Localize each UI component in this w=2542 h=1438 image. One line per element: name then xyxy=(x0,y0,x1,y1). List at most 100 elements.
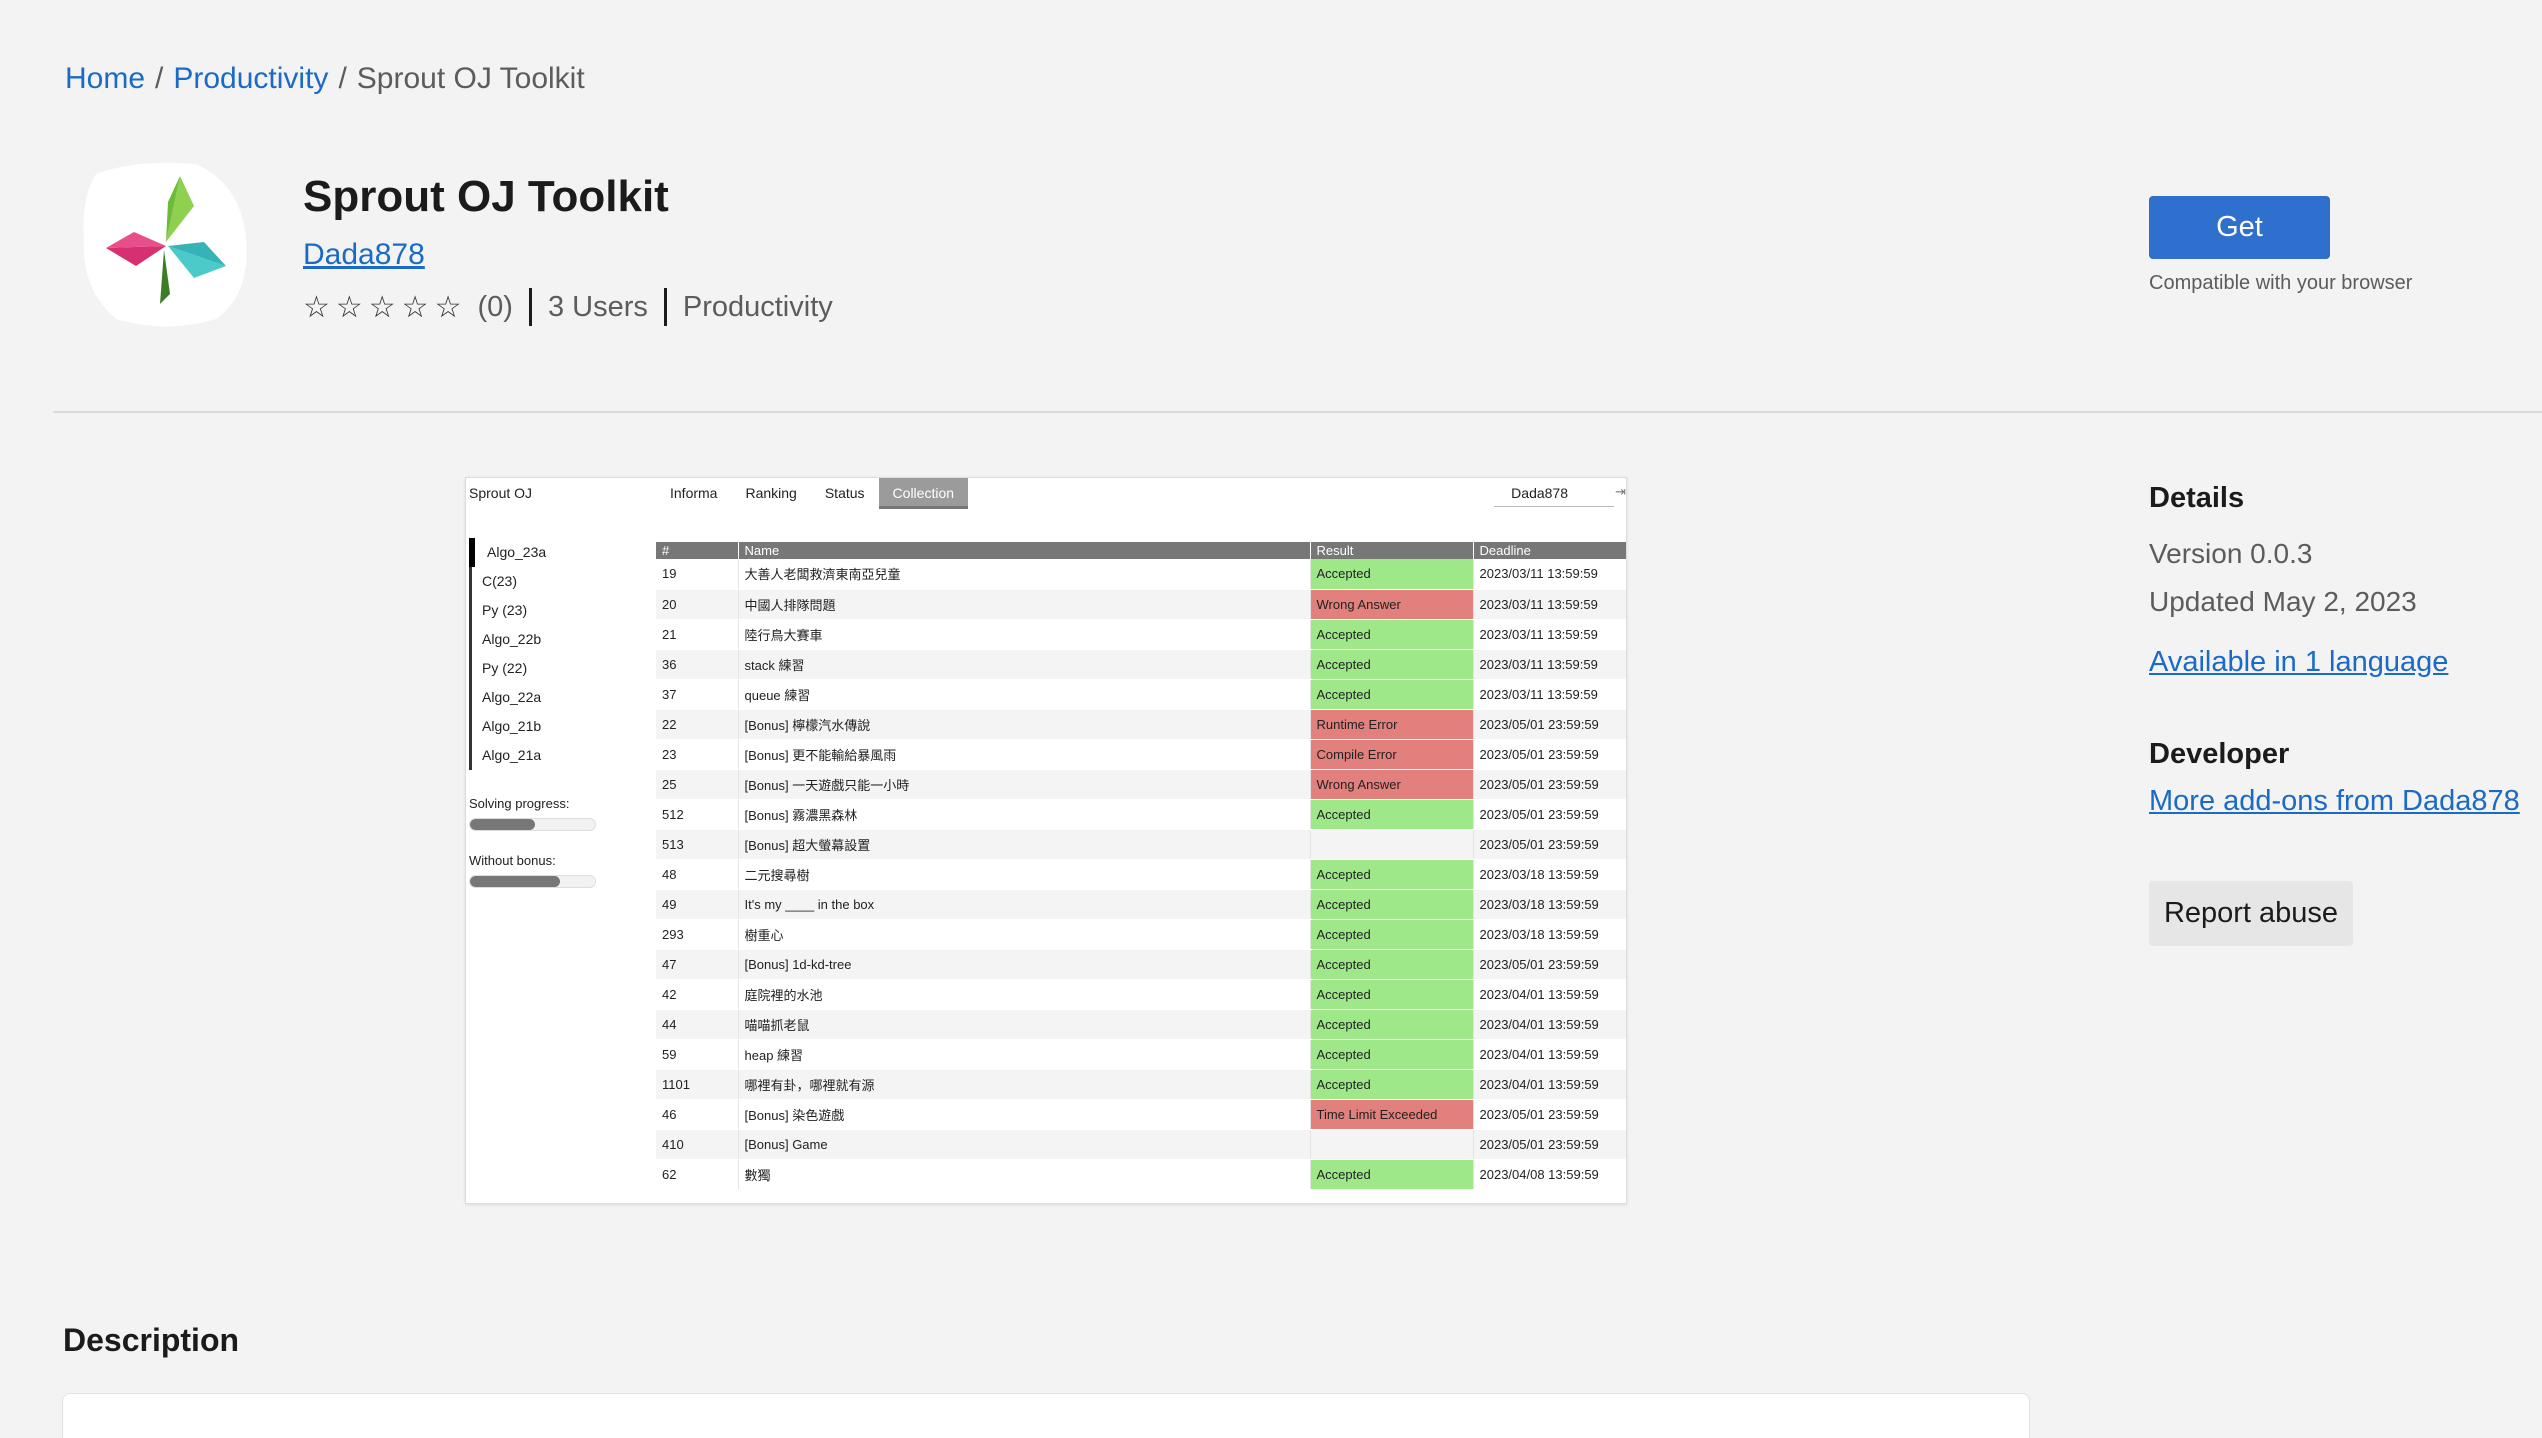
cell-id: 37 xyxy=(656,679,739,710)
cell-deadline: 2023/05/01 23:59:59 xyxy=(1473,799,1626,830)
rating-count[interactable]: (0) xyxy=(477,291,512,324)
cell-id: 48 xyxy=(656,859,739,890)
cell-deadline: 2023/03/18 13:59:59 xyxy=(1473,889,1626,920)
cell-result: Accepted xyxy=(1310,979,1474,1010)
cell-name: [Bonus] 染色遊戲 xyxy=(738,1099,1311,1130)
collection-table: # Name Result Deadline 19 大善人老闆救濟東南亞兒童 Acc… xyxy=(656,542,1626,1190)
table-row: 1101 哪裡有卦，哪裡就有源 Accepted 2023/04/01 13:59:5… xyxy=(656,1069,1626,1100)
breadcrumb-home-link[interactable]: Home xyxy=(65,62,145,95)
table-row: 23 [Bonus] 更不能輸給暴風雨 Compile Error 2023/05/0… xyxy=(656,739,1626,770)
cell-id: 410 xyxy=(656,1129,739,1160)
cell-deadline: 2023/03/18 13:59:59 xyxy=(1473,859,1626,890)
table-row: 47 [Bonus] 1d-kd-tree Accepted 2023/05/01 2… xyxy=(656,949,1626,980)
screenshot-sidebar-item: Py (23) xyxy=(469,596,649,625)
cell-deadline: 2023/04/01 13:59:59 xyxy=(1473,1039,1626,1070)
cell-id: 47 xyxy=(656,949,739,980)
cell-name: stack 練習 xyxy=(738,649,1311,680)
cell-deadline: 2023/05/01 23:59:59 xyxy=(1473,739,1626,770)
cell-result xyxy=(1310,1129,1474,1160)
cell-result: Wrong Answer xyxy=(1310,769,1474,800)
screenshot-sidebar-item: Algo_23a xyxy=(469,538,649,567)
cell-name: [Bonus] Game xyxy=(738,1129,1311,1160)
cell-deadline: 2023/05/01 23:59:59 xyxy=(1473,829,1626,860)
description-card xyxy=(62,1393,2030,1438)
cell-deadline: 2023/04/01 13:59:59 xyxy=(1473,979,1626,1010)
table-row: 46 [Bonus] 染色遊戲 Time Limit Exceeded 2023/05… xyxy=(656,1099,1626,1130)
cell-id: 44 xyxy=(656,1009,739,1040)
solving-progress-fill xyxy=(470,819,535,830)
table-body: 19 大善人老闆救濟東南亞兒童 Accepted 2023/03/11 13:59:5… xyxy=(656,559,1626,1190)
cell-deadline: 2023/03/11 13:59:59 xyxy=(1473,589,1626,620)
screenshot-topbar: Sprout OJ Informa Ranking Status Collect… xyxy=(466,478,1626,510)
screenshot-tab-collection: Collection xyxy=(878,478,969,509)
cell-name: 數獨 xyxy=(738,1159,1311,1190)
table-header-row: # Name Result Deadline xyxy=(656,542,1626,559)
cell-deadline: 2023/05/01 23:59:59 xyxy=(1473,949,1626,980)
table-row: 44 喵喵抓老鼠 Accepted 2023/04/01 13:59:59 xyxy=(656,1009,1626,1040)
cell-name: 喵喵抓老鼠 xyxy=(738,1009,1311,1040)
cell-id: 23 xyxy=(656,739,739,770)
get-button[interactable]: Get xyxy=(2149,196,2330,259)
screenshot-user-underline xyxy=(1494,506,1614,507)
author-link[interactable]: Dada878 xyxy=(303,238,425,272)
rating-stars[interactable]: ☆☆☆☆☆ xyxy=(303,290,467,325)
cell-id: 22 xyxy=(656,709,739,740)
cell-deadline: 2023/03/11 13:59:59 xyxy=(1473,559,1626,590)
compatibility-note: Compatible with your browser xyxy=(2149,272,2413,294)
cell-id: 20 xyxy=(656,589,739,620)
table-row: 21 陸行鳥大賽車 Accepted 2023/03/11 13:59:59 xyxy=(656,619,1626,650)
table-row: 48 二元搜尋樹 Accepted 2023/03/18 13:59:59 xyxy=(656,859,1626,890)
table-row: 62 數獨 Accepted 2023/04/08 13:59:59 xyxy=(656,1159,1626,1190)
languages-link[interactable]: Available in 1 language xyxy=(2149,646,2448,679)
screenshot-tab-informa: Informa xyxy=(670,485,718,501)
more-addons-link[interactable]: More add-ons from Dada878 xyxy=(2149,785,2520,818)
cell-id: 19 xyxy=(656,559,739,590)
without-bonus-label: Without bonus: xyxy=(469,853,556,868)
cell-name: 中國人排隊問題 xyxy=(738,589,1311,620)
cell-name: [Bonus] 檸檬汽水傳說 xyxy=(738,709,1311,740)
cell-name: 庭院裡的水池 xyxy=(738,979,1311,1010)
cell-id: 21 xyxy=(656,619,739,650)
cell-deadline: 2023/03/11 13:59:59 xyxy=(1473,679,1626,710)
cell-id: 293 xyxy=(656,919,739,950)
cell-id: 513 xyxy=(656,829,739,860)
breadcrumb-separator: / xyxy=(155,62,164,95)
cell-deadline: 2023/05/01 23:59:59 xyxy=(1473,1129,1626,1160)
solving-progress-bar xyxy=(469,818,596,831)
cell-result: Accepted xyxy=(1310,1009,1474,1040)
screenshot-sidebar-item: Algo_21a xyxy=(469,741,649,770)
table-row: 59 heap 練習 Accepted 2023/04/01 13:59:59 xyxy=(656,1039,1626,1070)
meta-divider xyxy=(528,288,532,326)
without-bonus-fill xyxy=(470,876,560,887)
cell-name: 大善人老闆救濟東南亞兒童 xyxy=(738,559,1311,590)
cell-deadline: 2023/04/01 13:59:59 xyxy=(1473,1069,1626,1100)
cell-result: Time Limit Exceeded xyxy=(1310,1099,1474,1130)
cell-deadline: 2023/03/11 13:59:59 xyxy=(1473,649,1626,680)
cell-id: 62 xyxy=(656,1159,739,1190)
cell-name: It's my ____ in the box xyxy=(738,889,1311,920)
cell-name: 哪裡有卦，哪裡就有源 xyxy=(738,1069,1311,1100)
breadcrumb-category-link[interactable]: Productivity xyxy=(173,62,328,95)
table-row: 36 stack 練習 Accepted 2023/03/11 13:59:59 xyxy=(656,649,1626,680)
cell-name: [Bonus] 1d-kd-tree xyxy=(738,949,1311,980)
report-abuse-button[interactable]: Report abuse xyxy=(2149,881,2353,946)
cell-name: 二元搜尋樹 xyxy=(738,859,1311,890)
screenshot-sidebar: Algo_23a C(23) Py (23) Algo_22b Py (22) … xyxy=(469,538,649,770)
table-row: 512 [Bonus] 霧濃黑森林 Accepted 2023/05/01 23:59… xyxy=(656,799,1626,830)
solving-progress-label: Solving progress: xyxy=(469,796,570,811)
table-row: 49 It's my ____ in the box Accepted 2023/03… xyxy=(656,889,1626,920)
cell-id: 42 xyxy=(656,979,739,1010)
category-label: Productivity xyxy=(682,290,833,323)
table-row: 19 大善人老闆救濟東南亞兒童 Accepted 2023/03/11 13:59:5… xyxy=(656,559,1626,590)
screenshot-sidebar-item: C(23) xyxy=(469,567,649,596)
details-heading: Details xyxy=(2149,482,2245,514)
cell-id: 1101 xyxy=(656,1069,739,1100)
cell-name: 樹重心 xyxy=(738,919,1311,950)
cell-result: Accepted xyxy=(1310,799,1474,830)
column-header-result: Result xyxy=(1310,542,1474,559)
screenshot-sidebar-item: Algo_22a xyxy=(469,683,649,712)
breadcrumb: Home / Productivity / Sprout OJ Toolkit xyxy=(65,62,585,96)
table-row: 25 [Bonus] 一天遊戲只能一小時 Wrong Answer 2023/05/0… xyxy=(656,769,1626,800)
breadcrumb-separator: / xyxy=(338,62,347,95)
extension-screenshot[interactable]: Sprout OJ Informa Ranking Status Collect… xyxy=(465,477,1627,1204)
